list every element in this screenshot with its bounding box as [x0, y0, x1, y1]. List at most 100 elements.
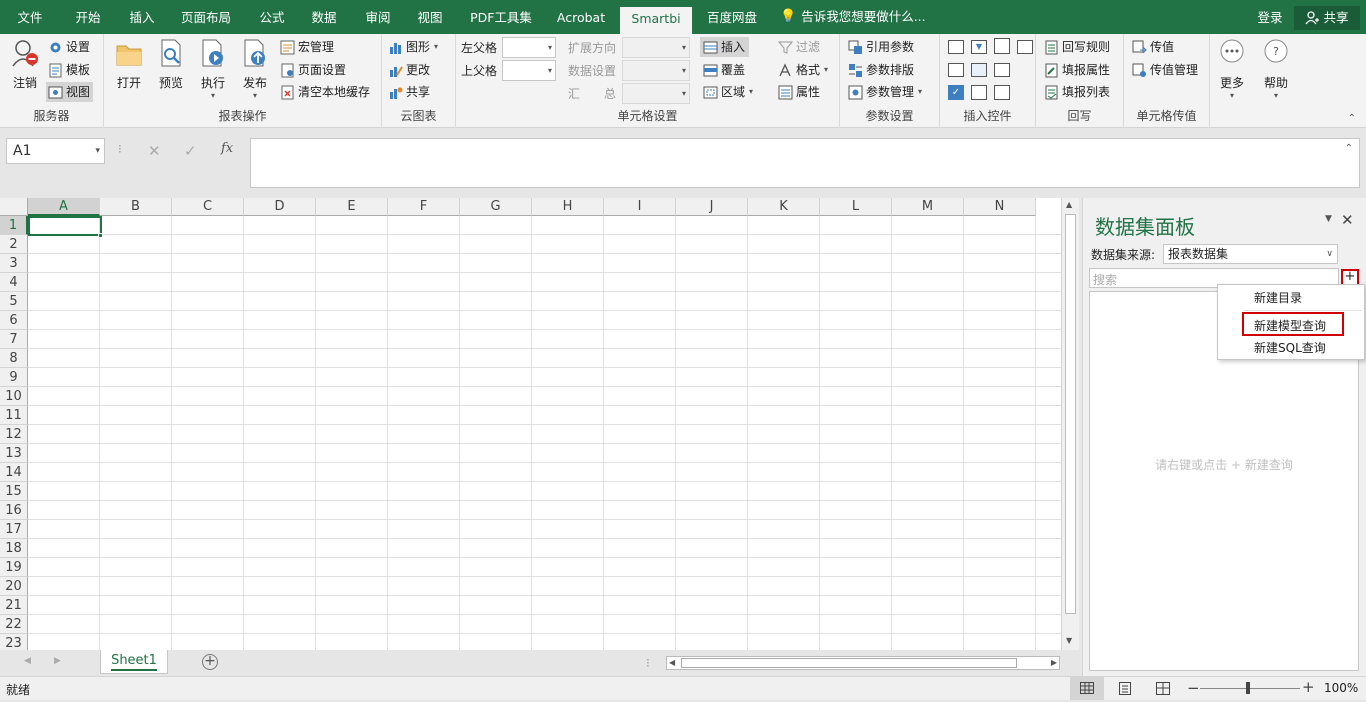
logout-button[interactable]: 注销 — [8, 38, 42, 91]
add-sheet-button[interactable]: + — [202, 654, 218, 670]
spreadsheet-grid[interactable]: ABCDEFGHIJKLMN 1 2 3 4 5 6 7 8 9 10 11 12 13 14 15 16 17… — [0, 198, 1061, 650]
execute-button[interactable]: 执行 ▾ — [198, 38, 228, 100]
control-list-icon[interactable] — [1017, 40, 1033, 54]
row-header[interactable]: 1 — [0, 216, 28, 235]
column-header[interactable]: K — [748, 198, 820, 216]
enter-icon[interactable]: ✓ — [184, 142, 197, 160]
row-header[interactable]: 13 — [0, 444, 28, 463]
tab-page-layout[interactable]: 页面布局 — [176, 0, 236, 34]
column-header[interactable]: J — [676, 198, 748, 216]
publish-button[interactable]: 发布 ▾ — [240, 38, 270, 100]
row-header[interactable]: 4 — [0, 273, 28, 292]
scroll-up-icon[interactable]: ▲ — [1066, 200, 1072, 209]
pass-value-button[interactable]: 传值 — [1132, 37, 1174, 57]
menu-item-new-sql-query[interactable]: 新建SQL查询 — [1254, 339, 1326, 356]
drag-handle-icon[interactable]: ⁝ — [118, 142, 122, 156]
page-setup-button[interactable]: 页面设置 — [280, 60, 346, 80]
close-panel-icon[interactable]: ✕ — [1341, 211, 1354, 229]
zoom-in-button[interactable]: + — [1302, 678, 1315, 696]
share-chart-button[interactable]: 共享 — [388, 82, 430, 102]
area-button[interactable]: 区域 ▾ — [703, 82, 753, 102]
scroll-left-icon[interactable]: ◀ — [669, 658, 675, 667]
select-all-corner[interactable] — [0, 198, 28, 216]
menu-item-new-model-query[interactable]: 新建模型查询 — [1254, 317, 1326, 334]
next-sheet-icon[interactable]: ▶ — [54, 656, 61, 666]
pass-value-manage-button[interactable]: 传值管理 — [1132, 60, 1198, 80]
data-setting-select[interactable]: ▾ — [622, 60, 690, 81]
menu-item-new-directory[interactable]: 新建目录 — [1254, 289, 1302, 306]
zoom-out-button[interactable]: − — [1187, 679, 1200, 697]
tab-review[interactable]: 审阅 — [356, 0, 400, 34]
format-button[interactable]: 格式 ▾ — [778, 60, 828, 80]
column-header[interactable]: M — [892, 198, 964, 216]
property-button[interactable]: 属性 — [778, 82, 820, 102]
column-header[interactable]: D — [244, 198, 316, 216]
row-header[interactable]: 5 — [0, 292, 28, 311]
source-select[interactable]: 报表数据集 ∨ — [1163, 244, 1338, 264]
tell-me-box[interactable]: 💡 告诉我您想要做什么... — [780, 0, 930, 34]
row-header[interactable]: 21 — [0, 596, 28, 615]
row-header[interactable]: 2 — [0, 235, 28, 254]
more-button[interactable]: 更多 ▾ — [1216, 38, 1248, 100]
panel-menu-icon[interactable]: ▼ — [1325, 214, 1332, 224]
name-box[interactable]: A1 ▾ — [6, 138, 105, 164]
zoom-level[interactable]: 100% — [1324, 681, 1358, 695]
sheet-tab-sheet1[interactable]: Sheet1 — [100, 650, 168, 674]
row-header[interactable]: 9 — [0, 368, 28, 387]
column-header[interactable]: I — [604, 198, 676, 216]
left-parent-select[interactable]: ▾ — [502, 37, 556, 58]
control-checkbox-icon[interactable]: ✓ — [948, 85, 964, 100]
column-header[interactable]: H — [532, 198, 604, 216]
control-image-icon[interactable] — [971, 63, 987, 77]
tab-formulas[interactable]: 公式 — [250, 0, 294, 34]
tab-data[interactable]: 数据 — [302, 0, 346, 34]
param-manage-button[interactable]: 参数管理 ▾ — [848, 82, 922, 102]
row-header[interactable]: 23 — [0, 634, 28, 650]
control-rich-text-icon[interactable] — [994, 85, 1010, 100]
row-header[interactable]: 18 — [0, 539, 28, 558]
row-header[interactable]: 22 — [0, 615, 28, 634]
insert-mode-button[interactable]: 插入 — [700, 37, 750, 57]
zoom-slider[interactable] — [1200, 682, 1300, 694]
column-header[interactable]: N — [964, 198, 1036, 216]
writeback-rules-button[interactable]: 回写规则 — [1044, 37, 1110, 57]
chart-button[interactable]: 图形 ▾ — [388, 37, 438, 57]
column-header[interactable]: C — [172, 198, 244, 216]
tab-acrobat[interactable]: Acrobat — [548, 0, 614, 34]
param-layout-button[interactable]: 参数排版 — [848, 60, 914, 80]
column-header[interactable]: F — [388, 198, 460, 216]
settings-button[interactable]: 设置 — [48, 37, 90, 57]
share-button[interactable]: 共享 — [1294, 6, 1360, 30]
horizontal-scroll-thumb[interactable] — [681, 658, 1017, 668]
row-header[interactable]: 6 — [0, 311, 28, 330]
column-header[interactable]: E — [316, 198, 388, 216]
clear-cache-button[interactable]: 清空本地缓存 — [280, 82, 370, 102]
expand-formula-icon[interactable]: ⌃ — [1345, 143, 1353, 154]
control-label-icon[interactable] — [948, 40, 964, 54]
open-button[interactable]: 打开 — [114, 38, 144, 91]
scroll-right-icon[interactable]: ▶ — [1051, 658, 1057, 667]
fill-list-button[interactable]: 填报列表 — [1044, 82, 1110, 102]
active-cell-a1[interactable] — [28, 216, 102, 236]
row-header[interactable]: 10 — [0, 387, 28, 406]
tab-baidu-netdisk[interactable]: 百度网盘 — [700, 0, 764, 34]
control-input-icon[interactable] — [994, 63, 1010, 77]
prev-sheet-icon[interactable]: ◀ — [24, 656, 31, 666]
normal-view-button[interactable] — [1070, 677, 1104, 700]
row-header[interactable]: 14 — [0, 463, 28, 482]
tab-insert[interactable]: 插入 — [120, 0, 164, 34]
row-header[interactable]: 3 — [0, 254, 28, 273]
page-layout-view-button[interactable] — [1118, 682, 1132, 698]
view-button[interactable]: 视图 — [46, 82, 94, 102]
row-header[interactable]: 16 — [0, 501, 28, 520]
column-header[interactable]: B — [100, 198, 172, 216]
cancel-icon[interactable]: ✕ — [148, 142, 161, 160]
formula-input[interactable]: ⌃ — [250, 138, 1360, 188]
collapse-ribbon-icon[interactable]: ⌃ — [1348, 113, 1356, 124]
login-button[interactable]: 登录 — [1250, 0, 1290, 34]
control-tree-icon[interactable] — [994, 38, 1010, 54]
expand-direction-select[interactable]: ▾ — [622, 37, 690, 58]
control-dropdown-icon[interactable]: ▼ — [971, 40, 987, 54]
fill-property-button[interactable]: 填报属性 — [1044, 60, 1110, 80]
control-text-icon[interactable] — [948, 63, 964, 77]
